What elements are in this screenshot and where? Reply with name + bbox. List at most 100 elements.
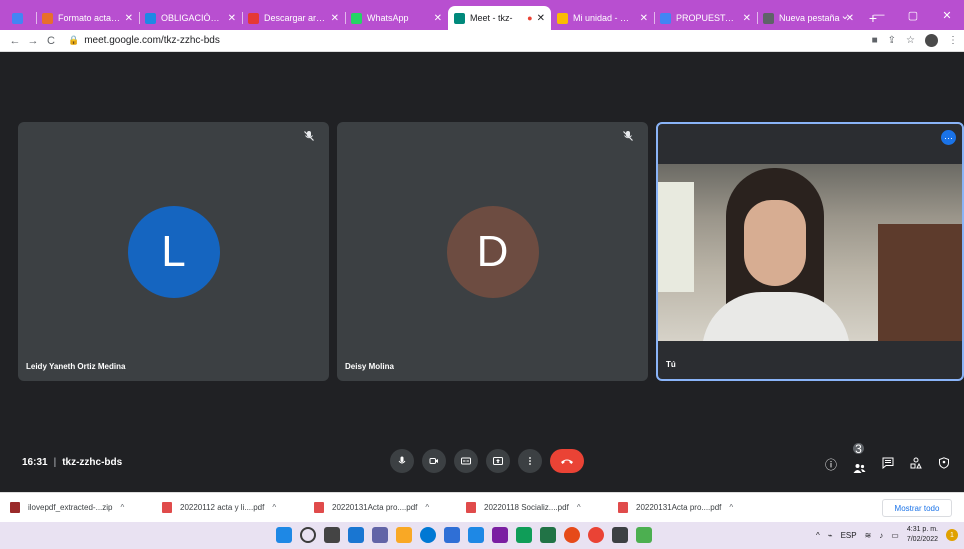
lock-icon[interactable]: 🔒: [68, 35, 79, 46]
mic-off-icon: [622, 130, 636, 144]
language-indicator[interactable]: ESP: [841, 531, 857, 540]
pdf-file-icon: [618, 502, 628, 513]
tab-formato-acta[interactable]: Formato acta de ✕: [36, 6, 139, 30]
meeting-details-icon[interactable]: ⓘ: [825, 456, 837, 473]
battery-icon[interactable]: ▭: [891, 531, 899, 540]
notification-badge[interactable]: 1: [946, 529, 958, 541]
wifi-icon[interactable]: ≋: [865, 531, 872, 540]
app-icon[interactable]: [492, 527, 508, 543]
people-icon[interactable]: 3: [853, 442, 866, 477]
camera-icon[interactable]: ■: [872, 35, 878, 46]
tab-descargar[interactable]: Descargar archiv ✕: [242, 6, 345, 30]
tab-title: Meet - tkz-: [470, 13, 513, 23]
clock[interactable]: 4:31 p. m. 7/02/2022: [907, 525, 938, 545]
network-icon[interactable]: ⌁: [828, 531, 833, 540]
volume-icon[interactable]: ♪: [879, 531, 883, 540]
search-icon[interactable]: [300, 527, 316, 543]
tab-meet[interactable]: Meet - tkz- ● ✕: [448, 6, 551, 30]
show-all-downloads-button[interactable]: Mostrar todo: [882, 499, 952, 517]
download-item[interactable]: ilovepdf_extracted-...zip ^: [10, 502, 162, 513]
app-icon[interactable]: [468, 527, 484, 543]
chevron-up-icon[interactable]: ^: [729, 503, 733, 512]
chevron-up-icon[interactable]: ^: [577, 503, 581, 512]
tab-close-icon[interactable]: ✕: [743, 13, 751, 24]
browser-tab-strip: Formato acta de ✕ OBLIGACIÓN 1 ✕ Descarg…: [0, 0, 964, 30]
chat-icon[interactable]: [882, 457, 894, 472]
tab-pinned[interactable]: [6, 6, 36, 30]
tab-favicon-icon: [454, 12, 465, 24]
participant-tile[interactable]: D Deisy Molina: [337, 122, 648, 381]
tab-obligacion[interactable]: OBLIGACIÓN 1 ✕: [139, 6, 242, 30]
leave-call-button[interactable]: [550, 449, 584, 473]
excel-icon[interactable]: [540, 527, 556, 543]
tab-whatsapp[interactable]: WhatsApp ✕: [345, 6, 448, 30]
file-explorer-icon[interactable]: [396, 527, 412, 543]
tab-close-icon[interactable]: ✕: [640, 13, 648, 24]
app-icon[interactable]: [516, 527, 532, 543]
participant-avatar: L: [127, 205, 220, 298]
participant-name: Deisy Molina: [345, 362, 394, 371]
maximize-icon[interactable]: ▢: [896, 0, 930, 30]
tab-mi-unidad[interactable]: Mi unidad - Goo ✕: [551, 6, 654, 30]
captions-button[interactable]: [454, 449, 478, 473]
chevron-up-icon[interactable]: ^: [816, 531, 820, 540]
more-actions-button[interactable]: [518, 449, 542, 473]
download-item[interactable]: 20220118 Socializ....pdf ^: [466, 502, 618, 513]
more-vertical-icon: [529, 457, 531, 465]
app-icon[interactable]: [636, 527, 652, 543]
tab-favicon-icon: [763, 12, 774, 24]
meeting-info: 16:31 | tkz-zzhc-bds: [22, 457, 122, 468]
tab-close-icon[interactable]: ✕: [331, 13, 339, 24]
edge-icon[interactable]: [420, 527, 436, 543]
reload-icon[interactable]: C: [42, 35, 60, 47]
app-icon[interactable]: [612, 527, 628, 543]
activities-icon[interactable]: [910, 457, 922, 472]
widgets-icon[interactable]: [348, 527, 364, 543]
camera-button[interactable]: [422, 449, 446, 473]
start-icon[interactable]: [276, 527, 292, 543]
share-icon[interactable]: ⇪: [888, 35, 896, 46]
profile-avatar-icon[interactable]: [925, 34, 938, 47]
tab-propuesta[interactable]: PROPUESTA.doc ✕: [654, 6, 757, 30]
url-field[interactable]: meet.google.com/tkz-zzhc-bds: [84, 35, 220, 46]
participant-name: Tú: [666, 360, 676, 369]
chevron-up-icon[interactable]: ^: [121, 503, 125, 512]
tab-favicon-icon: [351, 12, 362, 24]
tab-close-icon[interactable]: ✕: [125, 13, 133, 24]
menu-kebab-icon[interactable]: ⋮: [948, 35, 958, 46]
chevron-up-icon[interactable]: ^: [272, 503, 276, 512]
tab-close-icon[interactable]: ✕: [228, 13, 236, 24]
download-item[interactable]: 20220131Acta pro....pdf ^: [314, 502, 466, 513]
bookmark-star-icon[interactable]: ☆: [906, 35, 915, 46]
tab-close-icon[interactable]: ✕: [537, 13, 545, 24]
host-controls-icon[interactable]: [938, 457, 950, 472]
tab-title: OBLIGACIÓN 1: [161, 13, 224, 23]
tab-close-icon[interactable]: ✕: [434, 13, 442, 24]
more-options-button[interactable]: ···: [941, 130, 956, 145]
store-icon[interactable]: [444, 527, 460, 543]
hang-up-icon: [561, 459, 573, 464]
self-video-feed: [658, 164, 962, 341]
chevron-up-icon[interactable]: ^: [425, 503, 429, 512]
app-icon[interactable]: [564, 527, 580, 543]
download-item[interactable]: 20220131Acta pro....pdf ^: [618, 502, 770, 513]
task-view-icon[interactable]: [324, 527, 340, 543]
clock-date: 7/02/2022: [906, 536, 938, 543]
chrome-icon[interactable]: [588, 527, 604, 543]
present-button[interactable]: [486, 449, 510, 473]
self-view-tile[interactable]: ··· Tú: [656, 122, 964, 381]
minimize-icon[interactable]: —: [862, 0, 896, 30]
address-bar: ← → C 🔒 meet.google.com/tkz-zzhc-bds ■ ⇪…: [0, 30, 964, 52]
download-filename: 20220131Acta pro....pdf: [332, 503, 418, 512]
meeting-side-controls: ⓘ 3: [825, 442, 950, 477]
participant-tile[interactable]: L Leidy Yaneth Ortiz Medina: [18, 122, 329, 381]
back-icon[interactable]: ←: [6, 35, 24, 47]
chat-app-icon[interactable]: [372, 527, 388, 543]
forward-icon[interactable]: →: [24, 35, 42, 47]
tab-search-icon[interactable]: ⌄: [828, 0, 862, 30]
close-window-icon[interactable]: ✕: [930, 0, 964, 30]
download-item[interactable]: 20220112 acta y li....pdf ^: [162, 502, 314, 513]
tab-title: Formato acta de: [58, 13, 121, 23]
zip-file-icon: [10, 502, 20, 513]
mic-button[interactable]: [390, 449, 414, 473]
